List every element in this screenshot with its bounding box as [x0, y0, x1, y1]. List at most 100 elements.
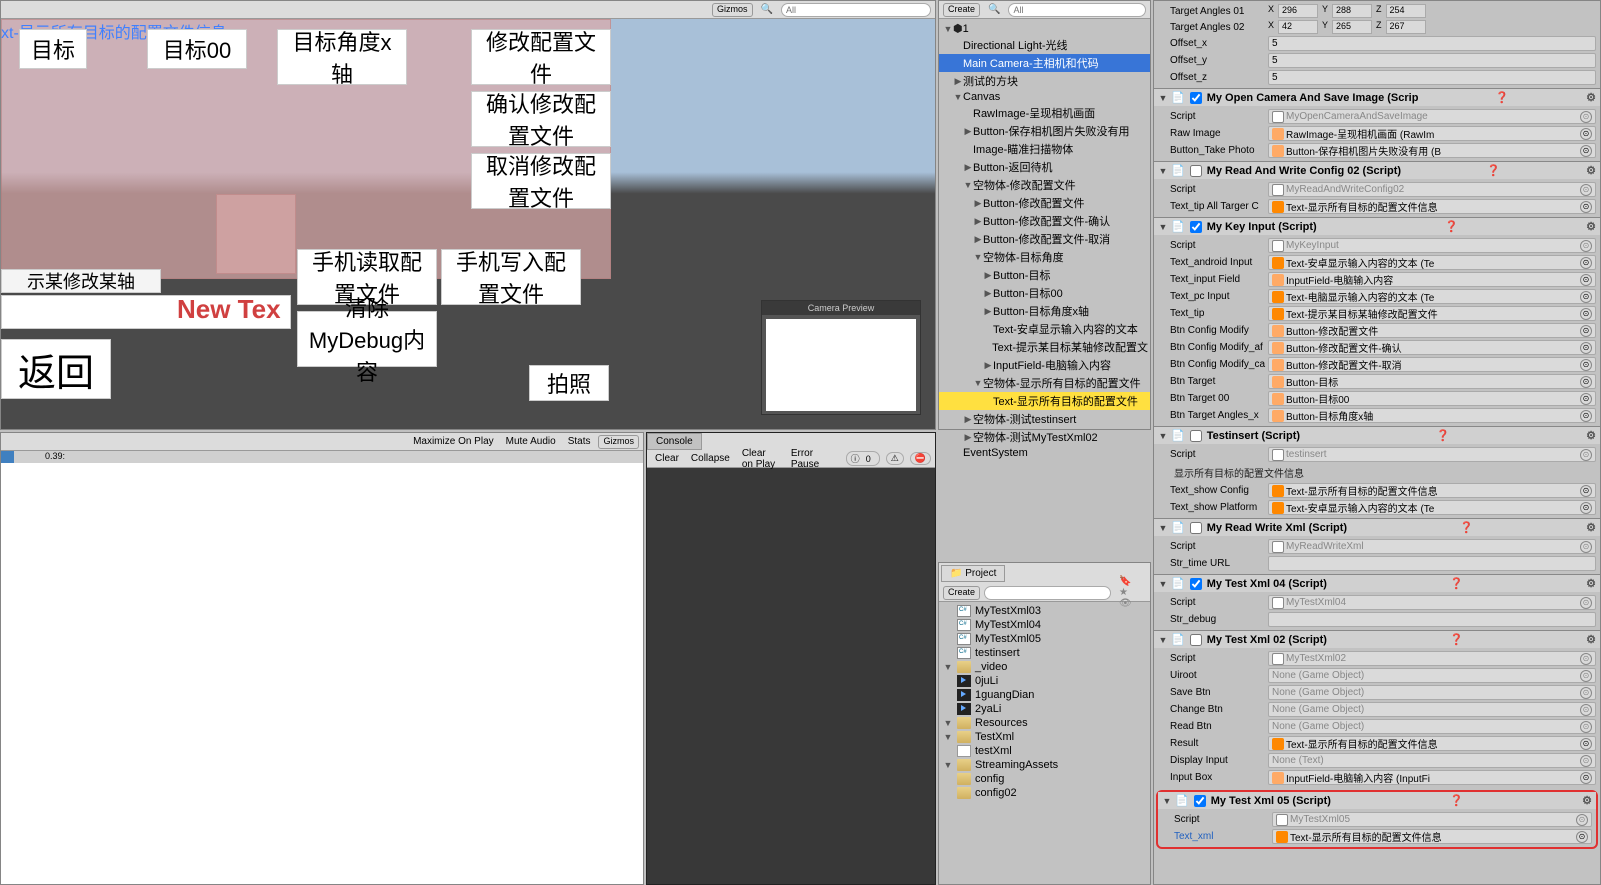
- offset-y-field[interactable]: 5: [1268, 53, 1596, 68]
- console-tab[interactable]: Console: [647, 433, 702, 450]
- project-item[interactable]: testXml: [939, 744, 1150, 758]
- project-item[interactable]: ▼TestXml: [939, 730, 1150, 744]
- project-item[interactable]: ▼Resources: [939, 716, 1150, 730]
- component-enable-checkbox[interactable]: [1190, 165, 1202, 177]
- gear-icon[interactable]: ⚙: [1586, 633, 1596, 646]
- game-gizmos-dropdown[interactable]: Gizmos: [598, 435, 639, 449]
- target-angles-02-xyz[interactable]: X42Y265Z267: [1268, 20, 1596, 34]
- project-item[interactable]: testinsert: [939, 646, 1150, 660]
- help-icon[interactable]: ❓: [1450, 577, 1464, 590]
- hierarchy-item[interactable]: Main Camera-主相机和代码: [939, 54, 1150, 72]
- project-item[interactable]: 0juLi: [939, 674, 1150, 688]
- hierarchy-item[interactable]: ▶Button-修改配置文件-确认: [939, 212, 1150, 230]
- btn-take-photo[interactable]: 拍照: [529, 365, 609, 401]
- gear-icon[interactable]: ⚙: [1586, 429, 1596, 442]
- gear-icon[interactable]: ⚙: [1582, 794, 1592, 807]
- project-item[interactable]: 1guangDian: [939, 688, 1150, 702]
- hierarchy-item[interactable]: ▼Canvas: [939, 90, 1150, 104]
- btn-clear-debug[interactable]: 清除MyDebug内容: [297, 311, 437, 367]
- hierarchy-tree[interactable]: ▼⬢ 1Directional Light-光线Main Camera-主相机和…: [939, 19, 1150, 462]
- offset-z-field[interactable]: 5: [1268, 70, 1596, 85]
- hierarchy-item[interactable]: ▶Button-保存相机图片失败没有用: [939, 122, 1150, 140]
- hierarchy-search-input[interactable]: [1008, 3, 1146, 17]
- btn-back[interactable]: 返回: [1, 339, 111, 399]
- info-count[interactable]: ⓘ0: [846, 451, 880, 466]
- project-item[interactable]: MyTestXml05: [939, 632, 1150, 646]
- project-item[interactable]: config02: [939, 786, 1150, 800]
- component-enable-checkbox[interactable]: [1194, 795, 1206, 807]
- scene-search-input[interactable]: [781, 3, 931, 17]
- hierarchy-item[interactable]: ▶Button-返回待机: [939, 158, 1150, 176]
- project-create[interactable]: Create: [943, 586, 980, 600]
- hierarchy-item[interactable]: Text-显示所有目标的配置文件: [939, 392, 1150, 410]
- btn-take-ref[interactable]: Button-保存相机图片失败没有用 (B⊙: [1268, 143, 1596, 158]
- script-ref[interactable]: MyOpenCameraAndSaveImage⊙: [1268, 109, 1596, 124]
- project-search-input[interactable]: [984, 586, 1111, 600]
- hierarchy-item[interactable]: ▶Button-修改配置文件-取消: [939, 230, 1150, 248]
- hierarchy-item[interactable]: ▶空物体-测试MyTestXml02: [939, 428, 1150, 446]
- project-item[interactable]: MyTestXml04: [939, 618, 1150, 632]
- gizmos-dropdown[interactable]: Gizmos: [712, 3, 753, 17]
- project-item[interactable]: 2yaLi: [939, 702, 1150, 716]
- target-angles-01-xyz[interactable]: X296Y288Z254: [1268, 4, 1596, 18]
- console-collapse[interactable]: Collapse: [687, 453, 734, 464]
- mute-toggle[interactable]: Mute Audio: [502, 436, 560, 447]
- hierarchy-item[interactable]: RawImage-呈现相机画面: [939, 104, 1150, 122]
- hierarchy-item[interactable]: Directional Light-光线: [939, 36, 1150, 54]
- text-xml-ref[interactable]: Text-显示所有目标的配置文件信息⊙: [1272, 829, 1592, 844]
- project-item[interactable]: ▼StreamingAssets: [939, 758, 1150, 772]
- raw-image-ref[interactable]: RawImage-呈现相机画面 (RawIm⊙: [1268, 126, 1596, 141]
- project-item[interactable]: ▼_video: [939, 660, 1150, 674]
- stats-toggle[interactable]: Stats: [564, 436, 595, 447]
- scene-canvas[interactable]: xt-显示所有目标的配置文件信息 目标 目标00 目标角度x轴 修改配置文件 确…: [1, 19, 935, 429]
- hierarchy-item[interactable]: ▼空物体-显示所有目标的配置文件: [939, 374, 1150, 392]
- btn-target[interactable]: 目标: [19, 29, 87, 69]
- btn-target-angle-x[interactable]: 目标角度x轴: [277, 29, 407, 85]
- component-enable-checkbox[interactable]: [1190, 522, 1202, 534]
- hierarchy-item[interactable]: ▶Button-目标00: [939, 284, 1150, 302]
- hierarchy-item[interactable]: ▶Button-修改配置文件: [939, 194, 1150, 212]
- help-icon[interactable]: ❓: [1436, 429, 1450, 442]
- help-icon[interactable]: ❓: [1487, 164, 1501, 177]
- console-clear-on-play[interactable]: Clear on Play: [738, 448, 783, 470]
- btn-phone-write[interactable]: 手机写入配置文件: [441, 249, 581, 305]
- gear-icon[interactable]: ⚙: [1586, 164, 1596, 177]
- error-count[interactable]: ⛔: [910, 452, 931, 465]
- gear-icon[interactable]: ⚙: [1586, 91, 1596, 104]
- warn-count[interactable]: ⚠: [886, 452, 904, 465]
- hierarchy-item[interactable]: Text-安卓显示输入内容的文本: [939, 320, 1150, 338]
- maximize-toggle[interactable]: Maximize On Play: [409, 436, 498, 447]
- hierarchy-item[interactable]: ▶Button-目标角度x轴: [939, 302, 1150, 320]
- component-enable-checkbox[interactable]: [1190, 430, 1202, 442]
- btn-target00[interactable]: 目标00: [147, 29, 247, 69]
- hierarchy-item[interactable]: Image-瞄准扫描物体: [939, 140, 1150, 158]
- hierarchy-item[interactable]: EventSystem: [939, 446, 1150, 460]
- help-icon[interactable]: ❓: [1450, 794, 1464, 807]
- help-icon[interactable]: ❓: [1495, 91, 1509, 104]
- help-icon[interactable]: ❓: [1445, 220, 1459, 233]
- btn-cancel-config[interactable]: 取消修改配置文件: [471, 153, 611, 209]
- help-icon[interactable]: ❓: [1450, 633, 1464, 646]
- hierarchy-item[interactable]: Text-提示某目标某轴修改配置文: [939, 338, 1150, 356]
- hierarchy-item[interactable]: ▶测试的方块: [939, 72, 1150, 90]
- gear-icon[interactable]: ⚙: [1586, 220, 1596, 233]
- btn-modify-config[interactable]: 修改配置文件: [471, 29, 611, 85]
- project-item[interactable]: config: [939, 772, 1150, 786]
- project-tab[interactable]: 📁 Project: [941, 565, 1005, 582]
- component-enable-checkbox[interactable]: [1190, 92, 1202, 104]
- help-icon[interactable]: ❓: [1460, 521, 1474, 534]
- offset-x-field[interactable]: 5: [1268, 36, 1596, 51]
- gear-icon[interactable]: ⚙: [1586, 577, 1596, 590]
- gear-icon[interactable]: ⚙: [1586, 521, 1596, 534]
- hierarchy-item[interactable]: ▶Button-目标: [939, 266, 1150, 284]
- hierarchy-create[interactable]: Create: [943, 3, 980, 17]
- hierarchy-item[interactable]: ▼空物体-修改配置文件: [939, 176, 1150, 194]
- component-enable-checkbox[interactable]: [1190, 221, 1202, 233]
- btn-confirm-config[interactable]: 确认修改配置文件: [471, 91, 611, 147]
- component-enable-checkbox[interactable]: [1190, 578, 1202, 590]
- component-header[interactable]: ▼📄My Open Camera And Save Image (Scrip❓⚙: [1154, 89, 1600, 106]
- project-tree[interactable]: MyTestXml03MyTestXml04MyTestXml05testins…: [939, 602, 1150, 802]
- hierarchy-item[interactable]: ▶空物体-测试testinsert: [939, 410, 1150, 428]
- console-error-pause[interactable]: Error Pause: [787, 448, 828, 470]
- hierarchy-item[interactable]: ▼⬢ 1: [939, 21, 1150, 36]
